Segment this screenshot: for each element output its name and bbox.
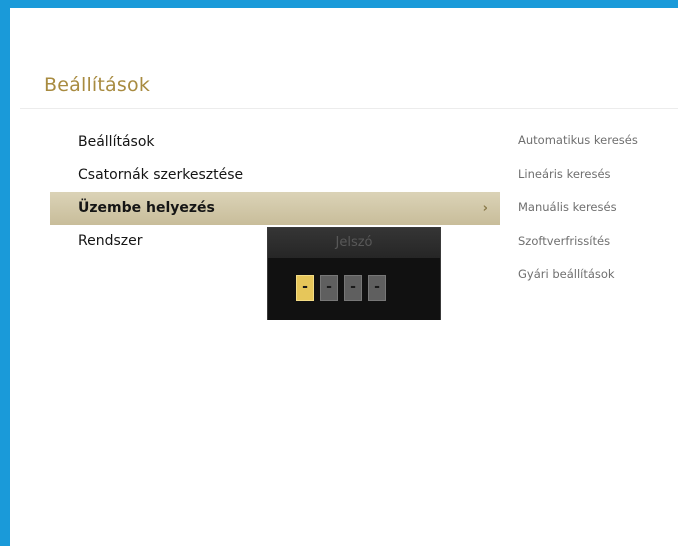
menu-item-uzembe-helyezes[interactable]: Üzembe helyezés › [50, 192, 500, 225]
password-dialog-body: - - - - [268, 258, 440, 320]
pin-entry: - - - - [296, 275, 386, 301]
submenu-item-linearis-kereses[interactable]: Lineáris keresés [518, 164, 638, 198]
title-divider [20, 108, 678, 109]
menu-item-label: Üzembe helyezés [78, 200, 215, 216]
pin-digit-2[interactable]: - [320, 275, 338, 301]
password-dialog-title: Jelszó [268, 228, 440, 258]
submenu: Automatikus keresés Lineáris keresés Man… [518, 130, 638, 298]
menu-item-beallitasok[interactable]: Beállítások [50, 126, 500, 159]
submenu-item-manualis-kereses[interactable]: Manuális keresés [518, 197, 638, 231]
submenu-item-szoftverfrissites[interactable]: Szoftverfrissítés [518, 231, 638, 265]
chevron-right-icon: › [482, 201, 488, 216]
pin-digit-4[interactable]: - [368, 275, 386, 301]
pin-digit-1[interactable]: - [296, 275, 314, 301]
menu-item-csatornak-szerkesztese[interactable]: Csatornák szerkesztése [50, 159, 500, 192]
password-dialog: Jelszó - - - - [267, 227, 441, 320]
page-title: Beállítások [44, 74, 151, 96]
submenu-item-gyari-beallitasok[interactable]: Gyári beállítások [518, 264, 638, 298]
menu-item-label: Rendszer [78, 233, 143, 249]
pin-digit-3[interactable]: - [344, 275, 362, 301]
menu-item-label: Beállítások [78, 134, 155, 150]
menu-item-label: Csatornák szerkesztése [78, 167, 244, 183]
submenu-item-automatikus-kereses[interactable]: Automatikus keresés [518, 130, 638, 164]
tv-menu-frame: Beállítások Beállítások Csatornák szerke… [0, 0, 678, 546]
